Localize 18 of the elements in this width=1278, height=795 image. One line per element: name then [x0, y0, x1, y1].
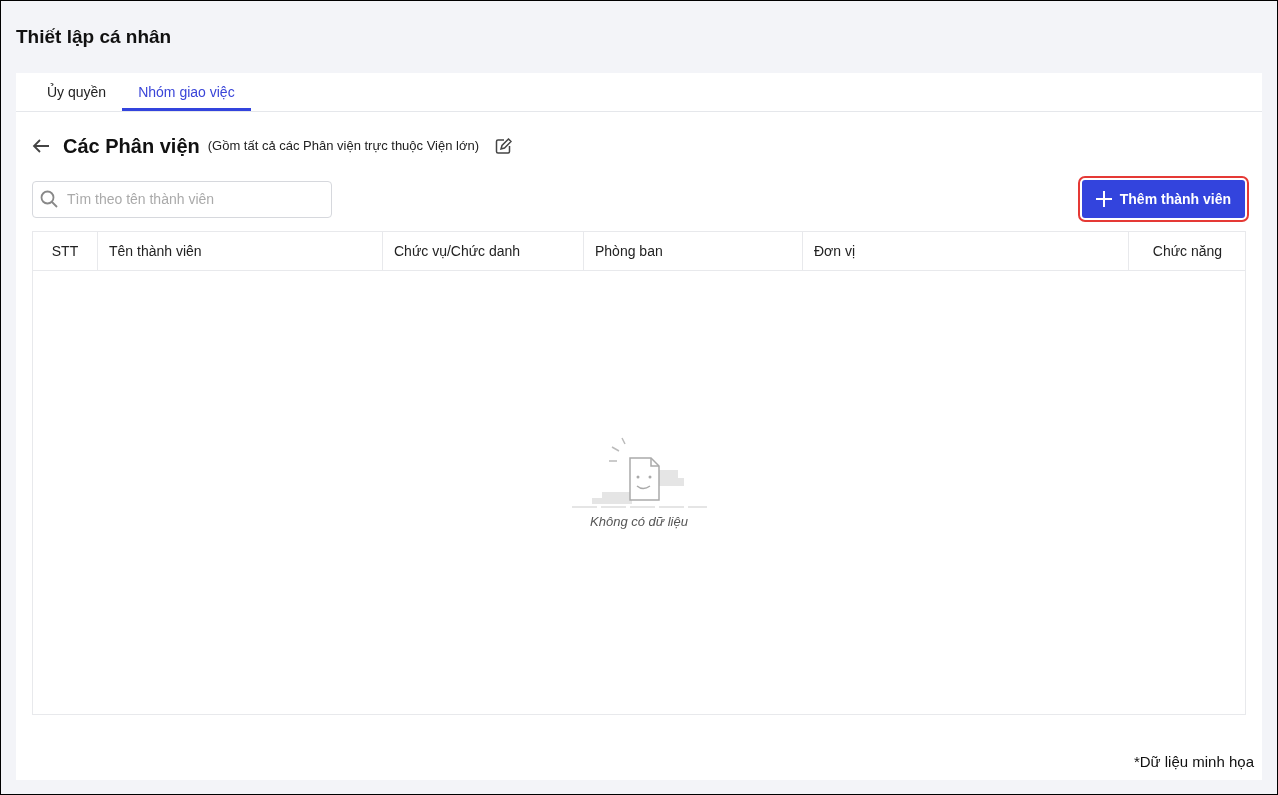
empty-state-text: Không có dữ liệu [590, 512, 688, 531]
footnote: *Dữ liệu minh họa [1133, 751, 1254, 772]
plus-icon [1095, 191, 1112, 207]
group-description: (Gồm tất cả các Phân viện trực thuộc Viện lớn) [207, 137, 480, 156]
search-field[interactable]: Tìm theo tên thành viên [32, 180, 332, 218]
page-title: Thiết lập cá nhân [16, 24, 172, 49]
group-name: Các Phân viện [63, 134, 200, 159]
column-header: Chức năng [1128, 232, 1246, 270]
edit-icon[interactable] [495, 137, 513, 155]
column-header: STT [50, 241, 80, 261]
column-header: Phòng ban [583, 232, 802, 270]
column-header: Chức vụ/Chức danh [382, 232, 583, 270]
column-header: Tên thành viên [97, 232, 382, 270]
back-arrow-icon[interactable] [32, 138, 50, 154]
tab[interactable]: Nhóm giao việc [122, 73, 251, 111]
tab[interactable]: Ủy quyền [31, 73, 123, 111]
search-icon [40, 189, 58, 208]
column-header: Đơn vị [802, 232, 1128, 270]
